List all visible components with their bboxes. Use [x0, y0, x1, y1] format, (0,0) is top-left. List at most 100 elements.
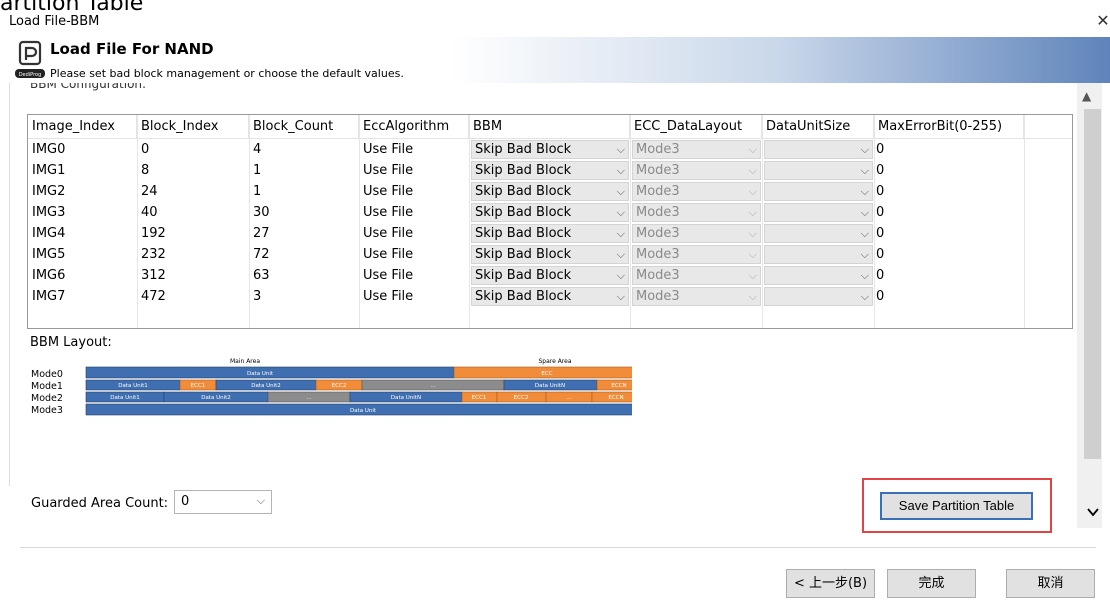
svg-text:Data Unit2: Data Unit2 — [251, 383, 281, 389]
image-index-cell: IMG1 — [32, 163, 66, 178]
ecc-data-layout-select: Mode3 ⌵ — [632, 224, 761, 243]
mode0-bar: Data Unit ECC — [85, 366, 632, 379]
bbm-select-value: Skip Bad Block — [475, 163, 572, 178]
column-header[interactable]: DataUnitSize — [762, 115, 874, 139]
bbm-layout-diagram: Main Area Spare Area Mode0 Mode1 Mode2 M… — [31, 358, 632, 416]
ecc-algorithm-cell: Use File — [363, 268, 414, 283]
column-header[interactable]: Block_Count — [249, 115, 359, 139]
column-header[interactable]: Block_Index — [137, 115, 249, 139]
max-error-bit-input[interactable]: 0 — [876, 181, 884, 202]
table-row[interactable]: IMG1 8 1 Use File Skip Bad Block ⌵ Mode3 ⌵ ⌵ 0 — [28, 160, 1072, 181]
ecc-data-layout-select-value: Mode3 — [636, 163, 680, 178]
svg-text:ECC1: ECC1 — [191, 383, 206, 389]
block-index-cell: 0 — [141, 142, 150, 157]
data-unit-size-select[interactable]: ⌵ — [764, 203, 873, 222]
image-index-cell: IMG0 — [32, 142, 66, 157]
spare-area-label: Spare Area — [538, 358, 571, 365]
table-row[interactable]: IMG5 232 72 Use File Skip Bad Block ⌵ Mode3 ⌵ ⌵ 0 — [28, 244, 1072, 265]
table-row[interactable]: IMG7 472 3 Use File Skip Bad Block ⌵ Mode3 ⌵ ⌵ 0 — [28, 286, 1072, 307]
divider — [20, 547, 1096, 548]
chevron-down-icon: ⌵ — [616, 227, 625, 240]
ecc-algorithm-cell: Use File — [363, 226, 414, 241]
table-row[interactable]: IMG3 40 30 Use File Skip Bad Block ⌵ Mode3 ⌵ ⌵ 0 — [28, 202, 1072, 223]
main-area-label: Main Area — [230, 358, 260, 365]
chevron-up-icon[interactable]: ▲ — [1082, 89, 1091, 103]
chevron-down-icon: ⌵ — [748, 248, 757, 261]
data-unit-size-select[interactable]: ⌵ — [764, 224, 873, 243]
mode-label: Mode0 — [31, 369, 63, 380]
bbm-select[interactable]: Skip Bad Block ⌵ — [471, 245, 629, 264]
chevron-down-icon[interactable] — [1082, 498, 1104, 524]
bbm-select-value: Skip Bad Block — [475, 184, 572, 199]
page-subtitle: Please set bad block management or choos… — [50, 67, 404, 80]
bbm-select[interactable]: Skip Bad Block ⌵ — [471, 224, 629, 243]
chevron-down-icon: ⌵ — [860, 290, 869, 303]
block-count-cell: 3 — [253, 289, 262, 304]
bbm-select[interactable]: Skip Bad Block ⌵ — [471, 182, 629, 201]
data-unit-size-select[interactable]: ⌵ — [764, 287, 873, 306]
ecc-data-layout-select-value: Mode3 — [636, 142, 680, 157]
data-unit-size-select[interactable]: ⌵ — [764, 182, 873, 201]
close-icon[interactable]: ✕ — [1096, 11, 1110, 30]
bbm-select[interactable]: Skip Bad Block ⌵ — [471, 161, 629, 180]
svg-text:...: ... — [566, 395, 571, 401]
chevron-down-icon: ⌵ — [860, 248, 869, 261]
ecc-algorithm-cell: Use File — [363, 205, 414, 220]
table-row[interactable]: IMG2 24 1 Use File Skip Bad Block ⌵ Mode3 ⌵ ⌵ 0 — [28, 181, 1072, 202]
chevron-down-icon: ⌵ — [616, 143, 625, 156]
max-error-bit-input[interactable]: 0 — [876, 202, 884, 223]
window-titlebar: Load File-BBM ✕ — [9, 11, 1110, 37]
bbm-select[interactable]: Skip Bad Block ⌵ — [471, 203, 629, 222]
chevron-down-icon: ⌵ — [616, 290, 625, 303]
image-index-cell: IMG3 — [32, 205, 66, 220]
bbm-select[interactable]: Skip Bad Block ⌵ — [471, 140, 629, 159]
cancel-button[interactable]: 取消 — [1006, 569, 1095, 598]
chevron-down-icon: ⌵ — [616, 206, 625, 219]
max-error-bit-input[interactable]: 0 — [876, 139, 884, 160]
back-button[interactable]: < 上一步(B) — [786, 569, 875, 598]
data-unit-size-select[interactable]: ⌵ — [764, 161, 873, 180]
save-partition-table-button[interactable]: Save Partition Table — [880, 492, 1033, 520]
svg-text:ECC2: ECC2 — [332, 383, 347, 389]
mode2-bar: Data Unit1 Data Unit2 ... Data UnitN ECC… — [85, 391, 632, 403]
column-header[interactable]: EccAlgorithm — [359, 115, 469, 139]
max-error-bit-input[interactable]: 0 — [876, 265, 884, 286]
table-row[interactable]: IMG4 192 27 Use File Skip Bad Block ⌵ Mode3 ⌵ ⌵ 0 — [28, 223, 1072, 244]
image-index-cell: IMG2 — [32, 184, 66, 199]
ecc-data-layout-select-value: Mode3 — [636, 289, 680, 304]
data-unit-size-select[interactable]: ⌵ — [764, 266, 873, 285]
chevron-down-icon: ⌵ — [748, 164, 757, 177]
max-error-bit-input[interactable]: 0 — [876, 244, 884, 265]
svg-text:...: ... — [430, 383, 435, 389]
table-row[interactable]: IMG6 312 63 Use File Skip Bad Block ⌵ Mode3 ⌵ ⌵ 0 — [28, 265, 1072, 286]
column-header[interactable]: BBM — [469, 115, 630, 139]
bbm-layout-label: BBM Layout: — [30, 335, 112, 350]
max-error-bit-input[interactable]: 0 — [876, 223, 884, 244]
ecc-algorithm-cell: Use File — [363, 142, 414, 157]
bbm-select[interactable]: Skip Bad Block ⌵ — [471, 287, 629, 306]
table-row[interactable]: IMG0 0 4 Use File Skip Bad Block ⌵ Mode3 ⌵ ⌵ 0 — [28, 139, 1072, 160]
data-unit-size-select[interactable]: ⌵ — [764, 140, 873, 159]
data-unit-size-select[interactable]: ⌵ — [764, 245, 873, 264]
column-header[interactable]: ECC_DataLayout — [630, 115, 762, 139]
column-header[interactable]: Image_Index — [28, 115, 137, 139]
block-index-cell: 472 — [141, 289, 166, 304]
block-index-cell: 8 — [141, 163, 150, 178]
chevron-down-icon: ⌵ — [616, 248, 625, 261]
max-error-bit-input[interactable]: 0 — [876, 286, 884, 307]
table-header: Image_Index Block_Index Block_Count EccAlgo… — [28, 115, 1072, 139]
ecc-algorithm-cell: Use File — [363, 289, 414, 304]
column-header[interactable]: MaxErrorBit(0-255) — [874, 115, 1024, 139]
bbm-select[interactable]: Skip Bad Block ⌵ — [471, 266, 629, 285]
ecc-data-layout-select-value: Mode3 — [636, 268, 680, 283]
chevron-down-icon: ⌵ — [616, 185, 625, 198]
svg-text:ECC: ECC — [541, 371, 552, 377]
ecc-data-layout-select-value: Mode3 — [636, 184, 680, 199]
guarded-area-count-select[interactable]: 0 ⌵ — [174, 490, 272, 514]
chevron-down-icon: ⌵ — [748, 290, 757, 303]
max-error-bit-input[interactable]: 0 — [876, 160, 884, 181]
ecc-data-layout-select: Mode3 ⌵ — [632, 203, 761, 222]
svg-text:...: ... — [306, 395, 311, 401]
scrollbar-thumb[interactable] — [1084, 109, 1101, 459]
finish-button[interactable]: 完成 — [887, 569, 976, 598]
